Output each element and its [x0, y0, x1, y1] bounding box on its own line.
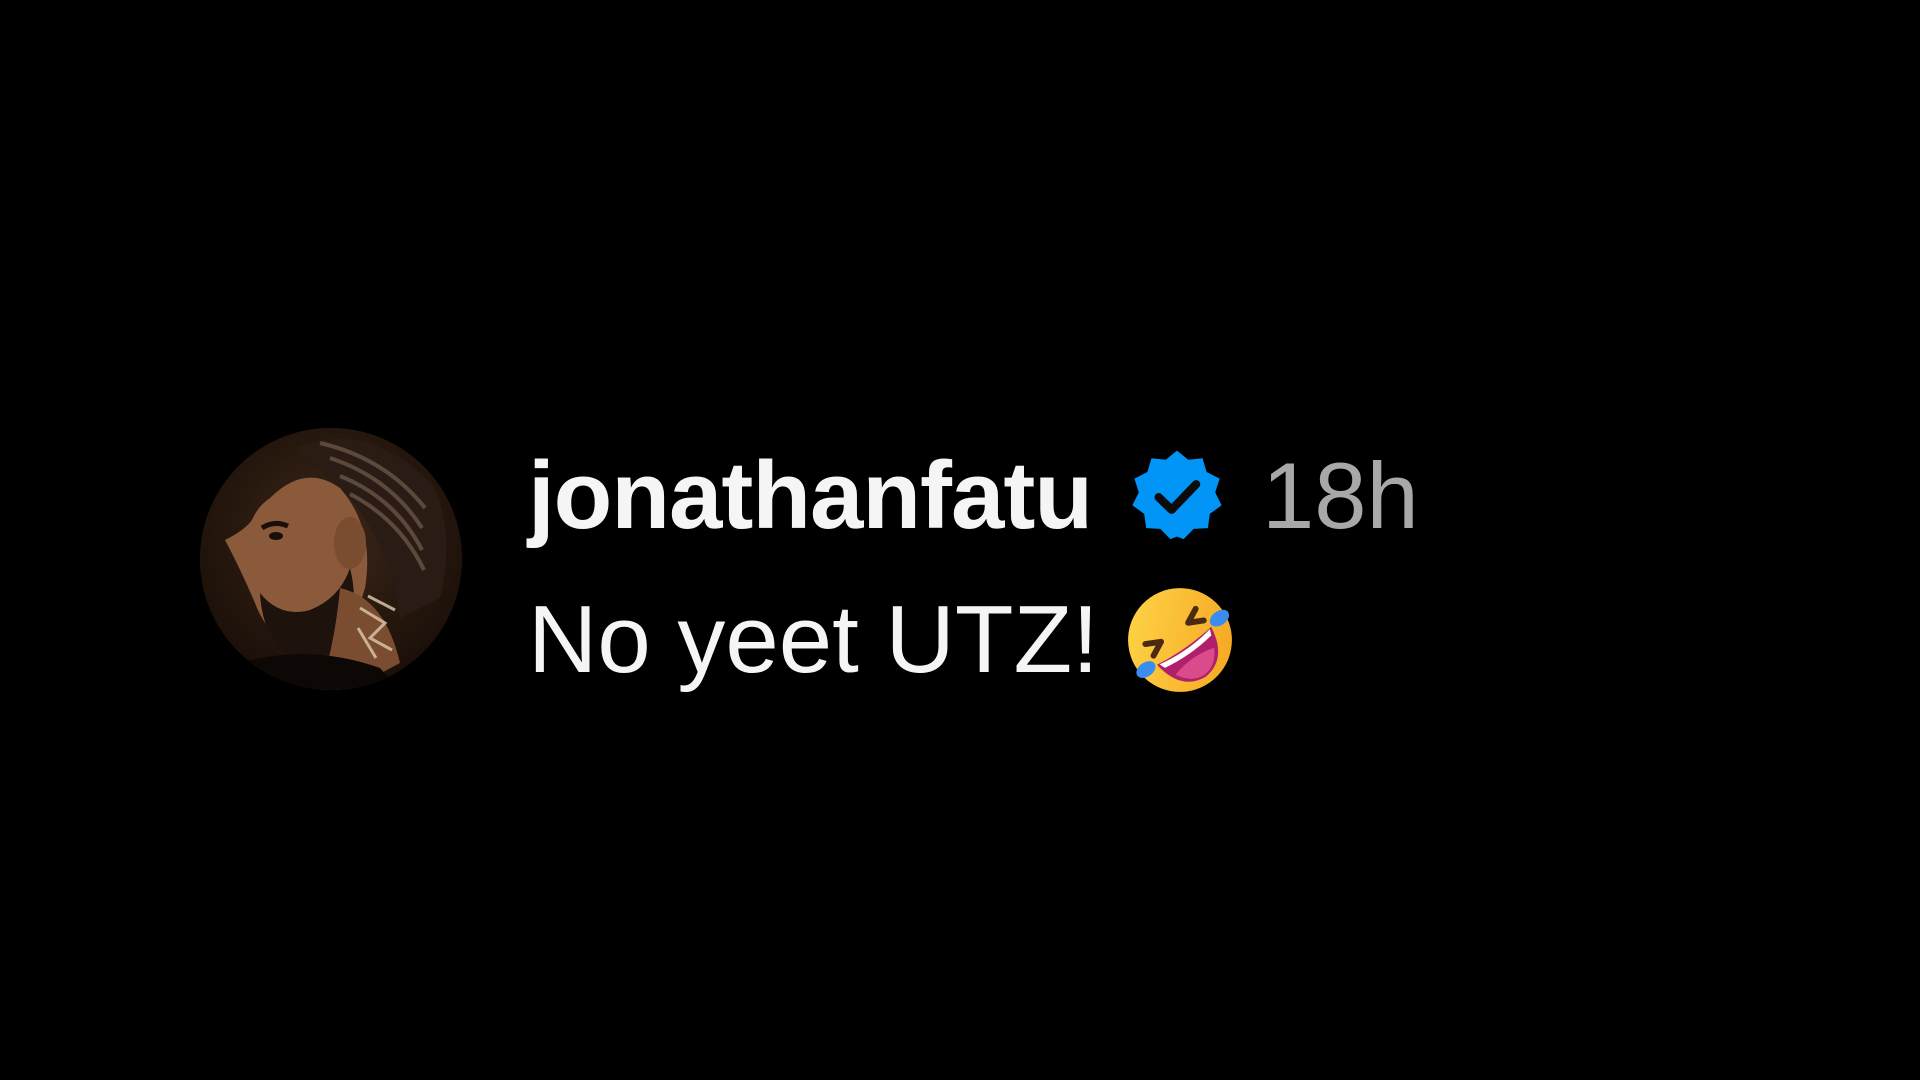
avatar[interactable] [200, 428, 462, 690]
comment-header: jonathanfatu 18h [528, 448, 1419, 544]
comment-item: jonathanfatu 18h No yeet UTZ! [200, 428, 1419, 693]
username-link[interactable]: jonathanfatu [528, 448, 1093, 544]
rolling-on-floor-laughing-emoji [1121, 581, 1239, 699]
comment-content: jonathanfatu 18h No yeet UTZ! [528, 448, 1419, 693]
comment-text: No yeet UTZ! [528, 586, 1099, 693]
verified-badge-icon [1128, 447, 1226, 545]
comment-timestamp[interactable]: 18h [1262, 448, 1419, 544]
avatar-illustration [200, 428, 462, 690]
comment-body: No yeet UTZ! [528, 586, 1419, 693]
